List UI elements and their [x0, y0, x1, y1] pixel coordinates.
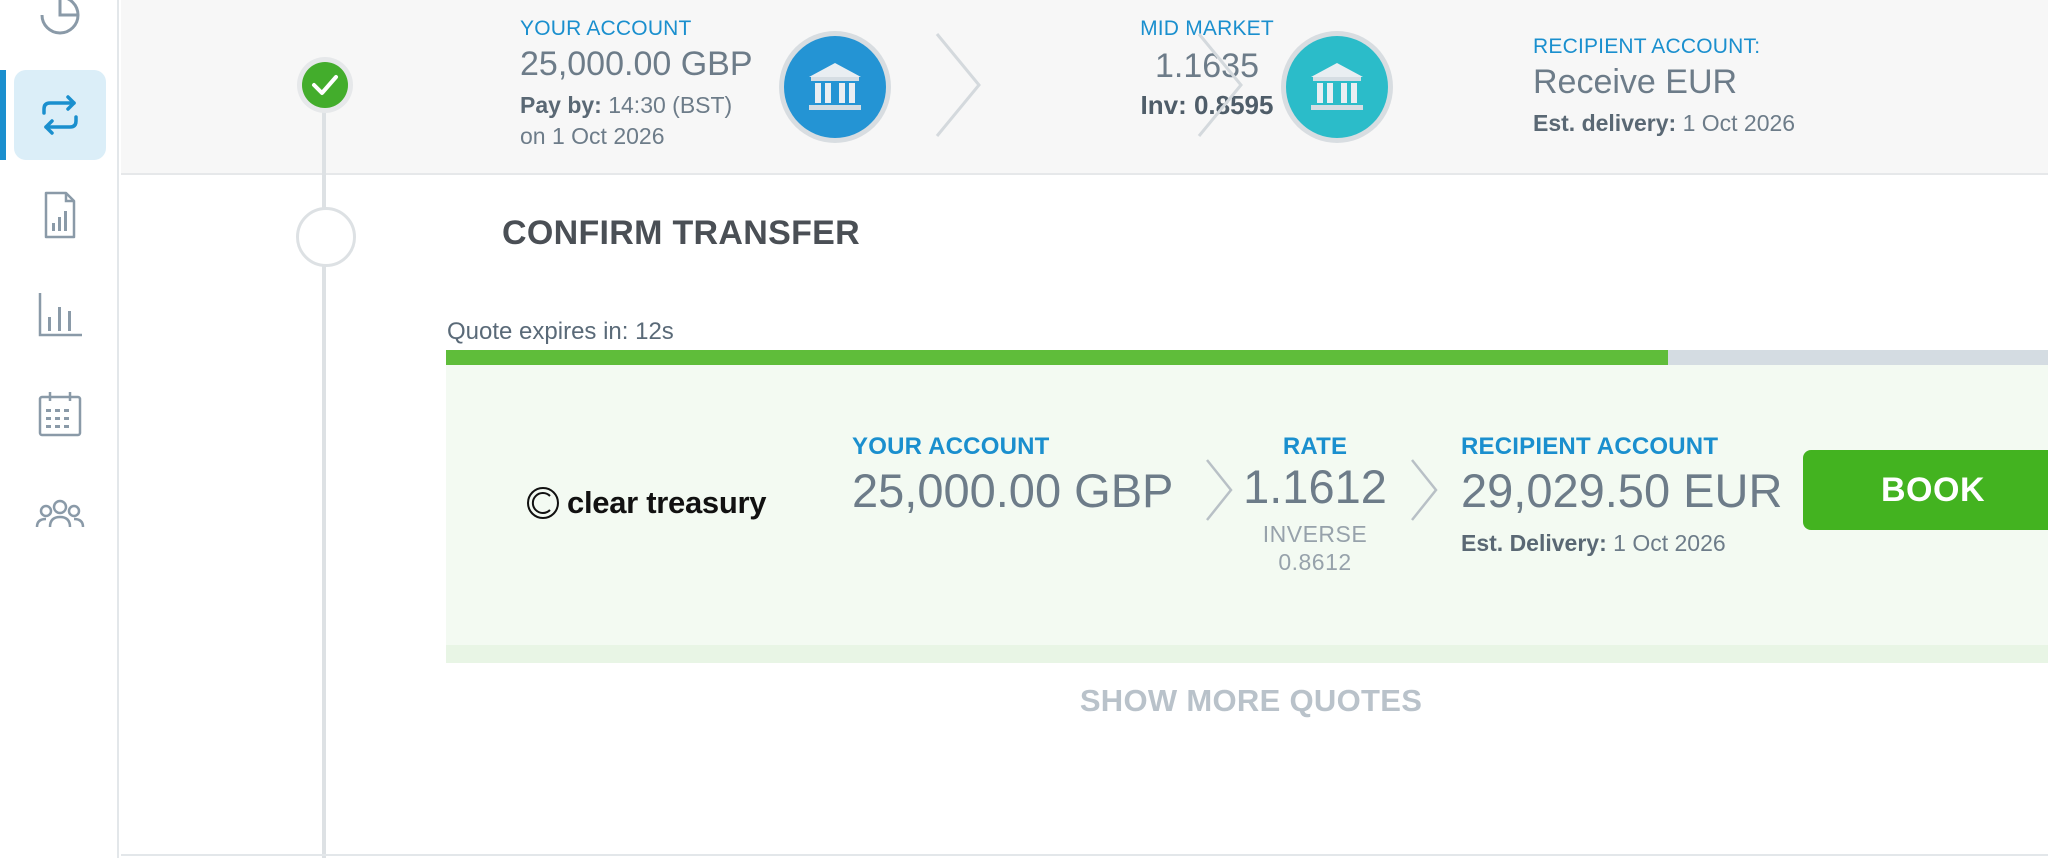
summary-recipient-value: Receive EUR — [1533, 63, 1738, 101]
transfer-icon — [42, 95, 78, 135]
chevron-right-icon — [1206, 459, 1233, 521]
sidebar — [0, 0, 119, 858]
pay-by: Pay by: 14:30 (BST) — [520, 92, 753, 119]
quote-rate: RATE 1.1612 INVERSE 0.8612 — [1240, 433, 1390, 576]
source-bank-icon — [779, 31, 891, 143]
pie-chart-icon — [40, 0, 80, 35]
chevron-right-icon — [1197, 33, 1243, 137]
check-icon — [312, 75, 338, 95]
summary-recipient-label: RECIPIENT ACCOUNT: — [1533, 35, 1761, 58]
quote-inverse-value: 0.8612 — [1278, 549, 1352, 575]
quote-recipient-account: RECIPIENT ACCOUNT 29,029.50 EUR Est. Del… — [1461, 433, 1782, 557]
sidebar-active-indicator — [0, 70, 6, 160]
quote-est-delivery-date: 1 Oct 2026 — [1613, 530, 1726, 556]
timeline-line — [322, 80, 326, 858]
quote-recipient-label: RECIPIENT ACCOUNT — [1461, 433, 1719, 460]
quote-rate-value: 1.1612 — [1243, 460, 1387, 513]
provider-logo: clear treasury — [525, 485, 766, 521]
chevron-right-icon — [1411, 459, 1438, 521]
transfer-summary: YOUR ACCOUNT 25,000.00 GBP Pay by: 14:30… — [121, 0, 2048, 175]
chevron-right-icon — [935, 33, 981, 137]
quote-card: clear treasury YOUR ACCOUNT 25,000.00 GB… — [446, 365, 2048, 663]
summary-your-account: YOUR ACCOUNT 25,000.00 GBP Pay by: 14:30… — [520, 17, 753, 150]
report-icon — [44, 191, 76, 239]
sidebar-item-users[interactable] — [14, 470, 106, 560]
clear-treasury-logo-icon — [527, 487, 559, 519]
quote-expires-text: Quote expires in: 12s — [447, 318, 674, 345]
sidebar-item-analytics[interactable] — [14, 270, 106, 360]
quote-inverse-label: INVERSE — [1262, 521, 1368, 547]
bottom-divider — [121, 854, 2048, 856]
quote-rate-label: RATE — [1282, 433, 1348, 460]
sidebar-item-calendar[interactable] — [14, 370, 106, 460]
users-icon — [35, 499, 85, 528]
sidebar-item-transfers[interactable] — [14, 70, 106, 160]
bar-chart-icon — [38, 293, 82, 337]
sidebar-item-reports[interactable] — [14, 170, 106, 260]
quote-your-account-amount: 25,000.00 GBP — [852, 464, 1174, 517]
quote-est-delivery: Est. Delivery: 1 Oct 2026 — [1461, 530, 1782, 557]
calendar-icon — [38, 392, 82, 437]
summary-recipient-account: RECIPIENT ACCOUNT: Receive EUR Est. deli… — [1533, 35, 1795, 137]
summary-est-delivery-label: Est. delivery: — [1533, 110, 1677, 136]
summary-your-account-amount: 25,000.00 GBP — [520, 45, 753, 83]
provider-name: clear treasury — [567, 485, 767, 520]
quote-expiry-progress — [446, 350, 2048, 365]
main-content: YOUR ACCOUNT 25,000.00 GBP Pay by: 14:30… — [121, 0, 2048, 858]
pay-by-label: Pay by: — [520, 92, 602, 118]
show-more-quotes-button[interactable]: SHOW MORE QUOTES — [1001, 683, 1501, 719]
pay-by-time: 14:30 (BST) — [608, 92, 733, 118]
summary-est-delivery-date: 1 Oct 2026 — [1682, 110, 1796, 136]
quote-recipient-amount: 29,029.50 EUR — [1461, 464, 1783, 517]
step-complete-indicator — [297, 57, 353, 113]
quote-est-delivery-label: Est. Delivery: — [1461, 530, 1607, 556]
recipient-bank-icon — [1281, 31, 1393, 143]
summary-your-account-label: YOUR ACCOUNT — [520, 17, 692, 40]
book-button[interactable]: BOOK — [1803, 450, 2048, 530]
confirm-transfer-title: CONFIRM TRANSFER — [502, 214, 860, 252]
sidebar-item-dashboard[interactable] — [14, 0, 106, 60]
quote-your-account: YOUR ACCOUNT 25,000.00 GBP — [852, 433, 1173, 518]
quote-expiry-progress-fill — [446, 350, 1668, 365]
summary-est-delivery: Est. delivery: 1 Oct 2026 — [1533, 110, 1795, 137]
step-pending-indicator — [296, 207, 356, 267]
pay-by-date: on 1 Oct 2026 — [520, 123, 665, 149]
quote-your-account-label: YOUR ACCOUNT — [852, 433, 1050, 460]
